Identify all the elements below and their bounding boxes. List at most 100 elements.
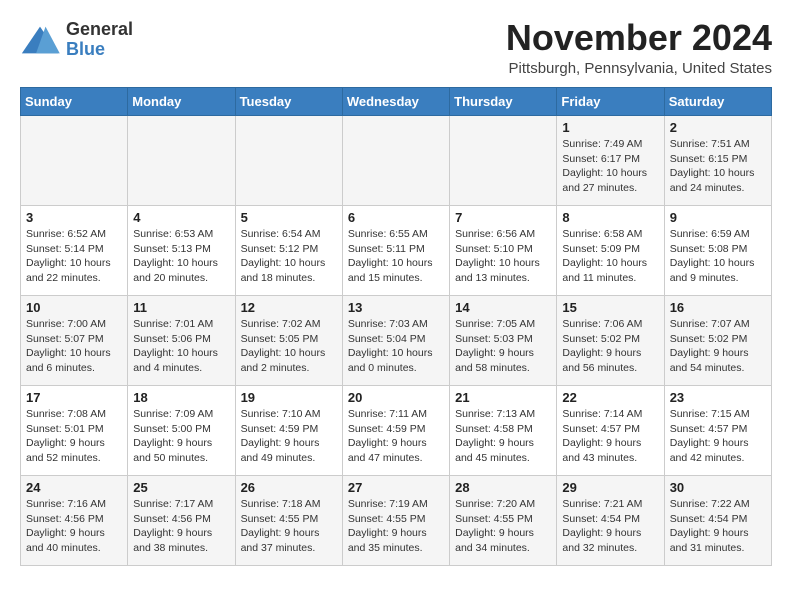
day-detail: Sunrise: 6:59 AM Sunset: 5:08 PM Dayligh…: [670, 227, 766, 286]
calendar-cell: 28 Sunrise: 7:20 AM Sunset: 4:55 PM Dayli…: [450, 476, 557, 566]
calendar-cell: 24 Sunrise: 7:16 AM Sunset: 4:56 PM Dayli…: [21, 476, 128, 566]
day-detail: Sunrise: 6:56 AM Sunset: 5:10 PM Dayligh…: [455, 227, 551, 286]
day-detail: Sunrise: 7:19 AM Sunset: 4:55 PM Dayligh…: [348, 497, 444, 556]
day-detail: Sunrise: 7:11 AM Sunset: 4:59 PM Dayligh…: [348, 407, 444, 466]
day-number: 4: [133, 210, 229, 225]
day-detail: Sunrise: 7:02 AM Sunset: 5:05 PM Dayligh…: [241, 317, 337, 376]
page-header: General Blue November 2024 Pittsburgh, P…: [20, 20, 772, 77]
day-number: 14: [455, 300, 551, 315]
calendar-week-row: 3 Sunrise: 6:52 AM Sunset: 5:14 PM Daylig…: [21, 206, 772, 296]
day-detail: Sunrise: 7:06 AM Sunset: 5:02 PM Dayligh…: [562, 317, 658, 376]
day-number: 25: [133, 480, 229, 495]
day-number: 18: [133, 390, 229, 405]
day-number: 10: [26, 300, 122, 315]
day-detail: Sunrise: 6:52 AM Sunset: 5:14 PM Dayligh…: [26, 227, 122, 286]
day-number: 17: [26, 390, 122, 405]
day-detail: Sunrise: 7:17 AM Sunset: 4:56 PM Dayligh…: [133, 497, 229, 556]
col-saturday: Saturday: [664, 88, 771, 116]
day-number: 6: [348, 210, 444, 225]
day-detail: Sunrise: 7:22 AM Sunset: 4:54 PM Dayligh…: [670, 497, 766, 556]
day-number: 9: [670, 210, 766, 225]
calendar-cell: 9 Sunrise: 6:59 AM Sunset: 5:08 PM Daylig…: [664, 206, 771, 296]
day-number: 13: [348, 300, 444, 315]
day-number: 7: [455, 210, 551, 225]
day-number: 23: [670, 390, 766, 405]
day-number: 24: [26, 480, 122, 495]
col-monday: Monday: [128, 88, 235, 116]
calendar-cell: 27 Sunrise: 7:19 AM Sunset: 4:55 PM Dayli…: [342, 476, 449, 566]
calendar-cell: 23Sunrise: 7:15 AM Sunset: 4:57 PM Dayli…: [664, 386, 771, 476]
calendar-cell: 13 Sunrise: 7:03 AM Sunset: 5:04 PM Dayli…: [342, 296, 449, 386]
day-detail: Sunrise: 6:53 AM Sunset: 5:13 PM Dayligh…: [133, 227, 229, 286]
day-number: 27: [348, 480, 444, 495]
calendar-cell: 29 Sunrise: 7:21 AM Sunset: 4:54 PM Dayli…: [557, 476, 664, 566]
day-detail: Sunrise: 7:10 AM Sunset: 4:59 PM Dayligh…: [241, 407, 337, 466]
day-number: 20: [348, 390, 444, 405]
calendar-cell: [128, 116, 235, 206]
day-detail: Sunrise: 7:18 AM Sunset: 4:55 PM Dayligh…: [241, 497, 337, 556]
day-detail: Sunrise: 7:01 AM Sunset: 5:06 PM Dayligh…: [133, 317, 229, 376]
calendar-cell: 21Sunrise: 7:13 AM Sunset: 4:58 PM Dayli…: [450, 386, 557, 476]
calendar-cell: 10 Sunrise: 7:00 AM Sunset: 5:07 PM Dayli…: [21, 296, 128, 386]
day-detail: Sunrise: 7:16 AM Sunset: 4:56 PM Dayligh…: [26, 497, 122, 556]
day-number: 22: [562, 390, 658, 405]
calendar-cell: 25 Sunrise: 7:17 AM Sunset: 4:56 PM Dayli…: [128, 476, 235, 566]
day-number: 1: [562, 120, 658, 135]
day-number: 26: [241, 480, 337, 495]
title-section: November 2024 Pittsburgh, Pennsylvania, …: [506, 20, 772, 77]
day-detail: Sunrise: 7:00 AM Sunset: 5:07 PM Dayligh…: [26, 317, 122, 376]
day-number: 3: [26, 210, 122, 225]
logo: General Blue: [20, 20, 133, 60]
col-friday: Friday: [557, 88, 664, 116]
day-number: 30: [670, 480, 766, 495]
day-detail: Sunrise: 7:14 AM Sunset: 4:57 PM Dayligh…: [562, 407, 658, 466]
day-number: 12: [241, 300, 337, 315]
calendar-cell: 12 Sunrise: 7:02 AM Sunset: 5:05 PM Dayli…: [235, 296, 342, 386]
day-detail: Sunrise: 7:05 AM Sunset: 5:03 PM Dayligh…: [455, 317, 551, 376]
day-number: 15: [562, 300, 658, 315]
day-number: 28: [455, 480, 551, 495]
day-number: 11: [133, 300, 229, 315]
calendar-cell: 6 Sunrise: 6:55 AM Sunset: 5:11 PM Daylig…: [342, 206, 449, 296]
calendar-cell: [21, 116, 128, 206]
calendar-cell: 15 Sunrise: 7:06 AM Sunset: 5:02 PM Dayli…: [557, 296, 664, 386]
col-sunday: Sunday: [21, 88, 128, 116]
calendar-week-row: 10 Sunrise: 7:00 AM Sunset: 5:07 PM Dayli…: [21, 296, 772, 386]
calendar-cell: 2Sunrise: 7:51 AM Sunset: 6:15 PM Daylig…: [664, 116, 771, 206]
day-detail: Sunrise: 7:49 AM Sunset: 6:17 PM Dayligh…: [562, 137, 658, 196]
calendar-week-row: 1 Sunrise: 7:49 AM Sunset: 6:17 PM Daylig…: [21, 116, 772, 206]
day-detail: Sunrise: 7:08 AM Sunset: 5:01 PM Dayligh…: [26, 407, 122, 466]
calendar-cell: 17 Sunrise: 7:08 AM Sunset: 5:01 PM Dayli…: [21, 386, 128, 476]
calendar-cell: 14 Sunrise: 7:05 AM Sunset: 5:03 PM Dayli…: [450, 296, 557, 386]
calendar-cell: 3 Sunrise: 6:52 AM Sunset: 5:14 PM Daylig…: [21, 206, 128, 296]
month-title: November 2024: [506, 20, 772, 56]
location: Pittsburgh, Pennsylvania, United States: [506, 60, 772, 77]
calendar-cell: 19 Sunrise: 7:10 AM Sunset: 4:59 PM Dayli…: [235, 386, 342, 476]
calendar-cell: 20 Sunrise: 7:11 AM Sunset: 4:59 PM Dayli…: [342, 386, 449, 476]
day-detail: Sunrise: 7:07 AM Sunset: 5:02 PM Dayligh…: [670, 317, 766, 376]
calendar-cell: 16 Sunrise: 7:07 AM Sunset: 5:02 PM Dayli…: [664, 296, 771, 386]
calendar-cell: 30 Sunrise: 7:22 AM Sunset: 4:54 PM Dayli…: [664, 476, 771, 566]
calendar-cell: 18 Sunrise: 7:09 AM Sunset: 5:00 PM Dayli…: [128, 386, 235, 476]
day-detail: Sunrise: 6:55 AM Sunset: 5:11 PM Dayligh…: [348, 227, 444, 286]
day-detail: Sunrise: 7:13 AM Sunset: 4:58 PM Dayligh…: [455, 407, 551, 466]
calendar-table: Sunday Monday Tuesday Wednesday Thursday…: [20, 87, 772, 566]
day-number: 5: [241, 210, 337, 225]
day-detail: Sunrise: 7:51 AM Sunset: 6:15 PM Dayligh…: [670, 137, 766, 196]
col-thursday: Thursday: [450, 88, 557, 116]
calendar-cell: [235, 116, 342, 206]
calendar-cell: 11 Sunrise: 7:01 AM Sunset: 5:06 PM Dayli…: [128, 296, 235, 386]
logo-text: General Blue: [66, 20, 133, 60]
calendar-cell: [342, 116, 449, 206]
calendar-cell: 7 Sunrise: 6:56 AM Sunset: 5:10 PM Daylig…: [450, 206, 557, 296]
day-number: 8: [562, 210, 658, 225]
day-detail: Sunrise: 7:09 AM Sunset: 5:00 PM Dayligh…: [133, 407, 229, 466]
day-number: 19: [241, 390, 337, 405]
day-detail: Sunrise: 7:20 AM Sunset: 4:55 PM Dayligh…: [455, 497, 551, 556]
calendar-week-row: 24 Sunrise: 7:16 AM Sunset: 4:56 PM Dayli…: [21, 476, 772, 566]
day-detail: Sunrise: 6:58 AM Sunset: 5:09 PM Dayligh…: [562, 227, 658, 286]
day-number: 16: [670, 300, 766, 315]
day-detail: Sunrise: 7:21 AM Sunset: 4:54 PM Dayligh…: [562, 497, 658, 556]
day-detail: Sunrise: 7:03 AM Sunset: 5:04 PM Dayligh…: [348, 317, 444, 376]
day-number: 29: [562, 480, 658, 495]
